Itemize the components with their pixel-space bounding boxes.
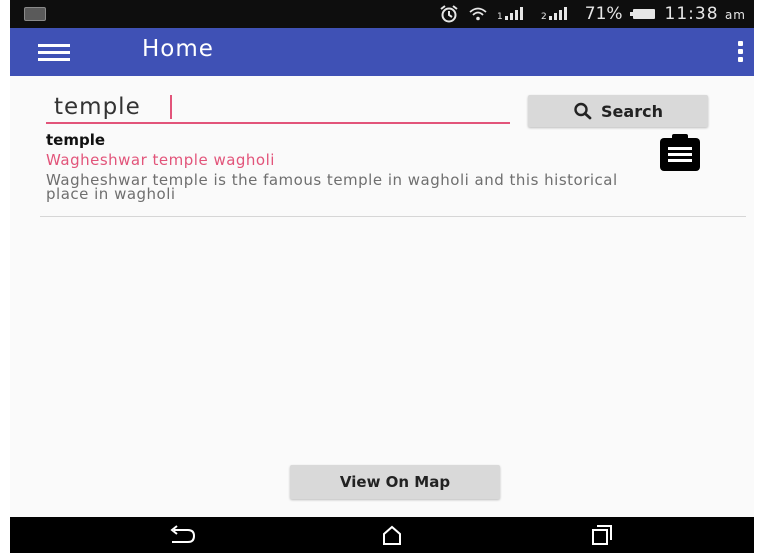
clock-time: 11:38 [664,4,719,24]
search-icon [574,102,592,120]
status-icons: 1 2 71% 11:38 am [439,3,746,25]
signal-sim1-icon: 1 [497,7,523,21]
result-category: temple [46,131,106,149]
result-description: Wagheshwar temple is the famous temple i… [46,171,618,203]
navigation-bar [10,517,754,553]
app-bar: Home [10,28,754,76]
overflow-menu-icon[interactable] [738,41,744,63]
battery-percent: 71% [584,4,623,24]
recent-apps-icon[interactable] [584,524,620,546]
wifi-icon [469,7,487,21]
text-cursor [170,95,172,119]
clock: 11:38 am [665,4,746,24]
svg-text:2: 2 [541,12,547,21]
battery-icon [629,9,655,19]
clock-ampm: am [724,8,746,22]
home-icon[interactable] [374,524,410,546]
search-button-label: Search [601,101,663,121]
hamburger-menu-icon[interactable] [38,42,70,62]
phone-screen: 1 2 71% 11:38 am Home temple Search temp… [10,0,754,553]
search-button[interactable]: Search [528,95,708,127]
list-item[interactable]: temple Wagheshwar temple wagholi Waghesh… [40,130,746,217]
back-icon[interactable] [164,524,200,546]
alarm-icon [440,5,458,23]
clipboard-icon[interactable] [652,134,708,172]
svg-text:1: 1 [497,12,503,21]
search-input[interactable] [46,92,510,124]
page-title: Home [142,36,214,62]
result-title: Wagheshwar temple wagholi [46,151,275,169]
notification-thumbnail-icon [24,7,46,21]
view-on-map-button[interactable]: View On Map [290,465,500,499]
signal-sim2-icon: 2 [541,7,567,21]
status-bar: 1 2 71% 11:38 am [10,0,754,28]
